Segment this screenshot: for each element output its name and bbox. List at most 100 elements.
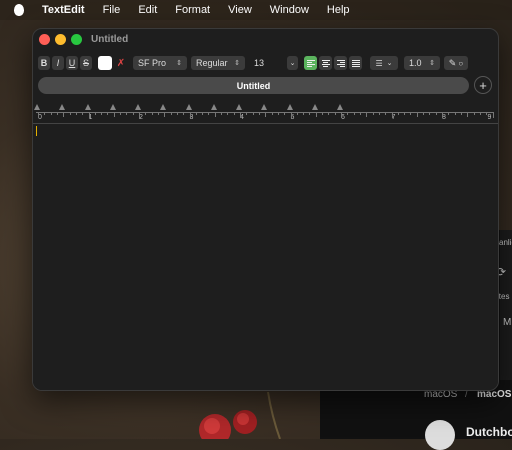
apple-icon[interactable] [14,4,24,16]
ruler-tick [467,113,469,117]
ruler-tick [82,113,84,115]
line-spacing-select[interactable]: 1.0 ⇕ [404,56,440,70]
ruler-tick [328,113,330,115]
ruler-tick [38,113,39,118]
tab-stop-marker[interactable] [185,104,192,110]
ruler-tick [176,113,178,115]
ruler-tick [284,113,286,115]
writing-tools-button[interactable]: ✎ ○ [444,56,468,70]
bold-button[interactable]: B [38,56,50,70]
menu-file[interactable]: File [103,4,121,16]
ruler-tick [309,113,311,115]
list-style-select[interactable]: ☰ ⌄ [370,56,398,70]
document-text-area[interactable] [33,124,498,390]
align-justify-button[interactable] [349,56,362,70]
ruler-tick [75,113,77,115]
ruler[interactable]: 0123456789 [33,101,498,124]
menu-edit[interactable]: Edit [138,4,157,16]
align-left-button[interactable] [304,56,317,70]
align-center-icon [321,59,330,67]
ruler-tick [473,113,475,115]
ruler-tick [341,113,342,118]
updown-chevron-icon: ⇕ [429,60,435,67]
minimize-button[interactable] [55,34,66,45]
updown-chevron-icon: ⇕ [176,60,182,67]
font-size-dropdown[interactable]: ⌄ [287,56,298,70]
highlight-color-icon[interactable]: ✗ [115,57,127,69]
font-family-select[interactable]: SF Pro ⇕ [133,56,187,70]
ruler-tick [145,113,147,115]
menu-app-name[interactable]: TextEdit [42,4,85,16]
tab-stop-marker[interactable] [261,104,268,110]
ruler-tick [233,113,235,115]
ruler-tick [391,113,393,118]
ruler-tick [334,113,336,115]
ruler-tick [221,113,223,115]
menu-view[interactable]: View [228,4,252,16]
new-tab-button[interactable]: + [474,76,492,94]
ruler-tick [479,113,481,115]
menu-bar: TextEdit File Edit Format View Window He… [0,0,512,20]
ruler-tick [240,113,241,118]
tab-stop-marker[interactable] [34,104,40,110]
tab-stop-marker[interactable] [337,104,343,110]
chevron-down-icon: ⌄ [386,60,393,67]
tab-stop-marker[interactable] [286,104,293,110]
ruler-tick [164,113,166,117]
updown-chevron-icon: ⇕ [234,60,240,67]
ruler-tick [372,113,374,115]
tab-stop-marker[interactable] [109,104,116,110]
italic-button[interactable]: I [52,56,64,70]
ruler-tick [353,113,355,115]
ruler-tick [189,113,191,118]
line-spacing-value: 1.0 [409,58,422,68]
ruler-tick [195,113,197,115]
ruler-tick [347,113,349,115]
textedit-window: Untitled B I U S ✗ SF Pro ⇕ Regular ⇕ 13 ⌄ [32,28,499,391]
text-color-well[interactable] [98,56,112,70]
tab-stop-marker[interactable] [84,104,91,110]
ruler-tick [435,113,437,115]
ruler-tick [208,113,210,115]
strikethrough-button[interactable]: S [80,56,92,70]
ruler-tick [378,113,380,115]
tab-stop-marker[interactable] [135,104,141,110]
ruler-tick [258,113,260,115]
ruler-tick [416,113,418,117]
ruler-tick [290,113,292,118]
font-size-field[interactable]: 13 [249,56,283,70]
title-bar[interactable]: Untitled [33,29,498,51]
ruler-tick [492,113,494,118]
menu-help[interactable]: Help [327,4,350,16]
tab-stop-marker[interactable] [59,104,66,110]
ruler-tick [271,113,273,115]
ruler-tick [404,113,406,115]
align-center-button[interactable] [319,56,332,70]
tab-stop-marker[interactable] [236,104,242,110]
close-button[interactable] [39,34,50,45]
font-size-value: 13 [254,58,265,68]
ruler-tick [429,113,431,115]
background-author-name[interactable]: Dutchbo [466,425,512,439]
ruler-tick [126,113,128,115]
menu-window[interactable]: Window [270,4,309,16]
ruler-tick [151,113,153,115]
tab-stop-marker[interactable] [160,104,167,110]
ruler-tick [183,113,185,115]
ruler-tick [227,113,229,115]
align-right-button[interactable] [334,56,347,70]
font-style-select[interactable]: Regular ⇕ [191,56,245,70]
background-avatar [425,420,455,450]
ruler-tick [44,113,46,115]
tab-untitled[interactable]: Untitled [38,77,469,94]
tab-stop-marker[interactable] [210,104,217,110]
tab-stop-marker[interactable] [311,104,318,110]
align-right-icon [336,59,345,67]
ruler-tick [460,113,462,115]
underline-button[interactable]: U [66,56,78,70]
menu-format[interactable]: Format [175,4,210,16]
ruler-tick [214,113,216,117]
zoom-button[interactable] [71,34,82,45]
ruler-tick [448,113,450,115]
background-sidebar-strip [500,230,512,380]
